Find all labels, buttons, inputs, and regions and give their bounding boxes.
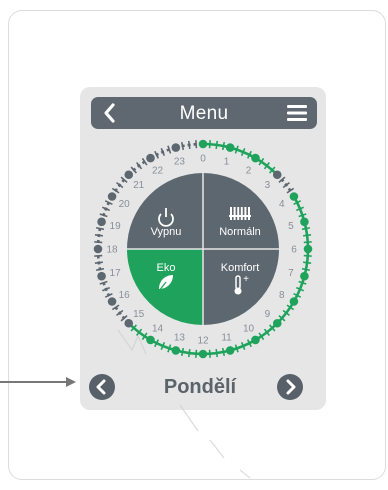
- hour-dot: [289, 297, 299, 306]
- day-label: Pondělí: [163, 376, 237, 398]
- hour-dot: [198, 349, 208, 359]
- mode-normal-label: Normáln: [219, 226, 261, 238]
- ring-tick: [180, 141, 185, 151]
- hour-dot: [272, 170, 282, 180]
- pointer-arrow-line: [0, 381, 68, 383]
- hour-label: 3: [265, 180, 271, 191]
- ring-tick: [180, 347, 185, 357]
- ring-tick: [301, 226, 311, 231]
- schedule-dial: 0 1234567891011121314151617181920212223Vy…: [93, 139, 313, 359]
- hour-dot: [146, 153, 155, 163]
- hour-label: 7: [288, 268, 294, 279]
- radiator-icon: [248, 207, 250, 220]
- hour-dot: [300, 217, 309, 227]
- thermometer-plus-icon: [234, 287, 242, 295]
- ring-tick: [94, 233, 103, 237]
- radiator-icon: [240, 207, 243, 220]
- hour-label: 11: [221, 332, 232, 343]
- hour-dot: [251, 335, 260, 345]
- hour-label: 10: [243, 323, 255, 334]
- hour-label: 4: [279, 199, 285, 210]
- hour-label: 12: [197, 336, 209, 347]
- hour-label: 21: [133, 180, 145, 191]
- hour-dot: [171, 346, 181, 355]
- hour-dot: [289, 192, 299, 201]
- hour-dot: [107, 192, 117, 201]
- ring-tick: [187, 140, 191, 149]
- hour-dot: [124, 170, 134, 180]
- radiator-icon: [233, 207, 236, 220]
- ring-tick: [208, 349, 211, 358]
- hour-dot: [97, 271, 106, 281]
- hour-label: 13: [174, 332, 186, 343]
- ring-tick: [221, 141, 226, 151]
- pointer-arrow-head: [66, 377, 76, 387]
- hour-dot: [225, 143, 235, 152]
- hour-label: 17: [110, 268, 122, 279]
- menu-button[interactable]: [285, 102, 309, 124]
- hour-dot: [198, 139, 208, 149]
- ring-tick: [94, 261, 103, 265]
- header-bar: Menu: [91, 97, 317, 129]
- ring-tick: [94, 241, 103, 244]
- hour-dot: [300, 271, 309, 281]
- ring-tick: [221, 347, 226, 357]
- hour-label: 19: [110, 221, 122, 232]
- ring-tick: [303, 254, 312, 257]
- chevron-left-circle-icon: [96, 379, 106, 395]
- ring-tick: [195, 140, 198, 149]
- hour-label: 15: [133, 309, 145, 320]
- hour-dot: [146, 335, 155, 345]
- ring-tick: [303, 261, 312, 265]
- mode-comfort-label: Komfort: [221, 262, 260, 274]
- ring-tick: [301, 267, 311, 272]
- hour-dot: [272, 318, 282, 328]
- ring-tick: [94, 254, 103, 257]
- hour-label: 0: [200, 154, 206, 165]
- hour-label: 5: [288, 221, 294, 232]
- radiator-icon: [244, 207, 247, 220]
- ring-tick: [195, 349, 198, 358]
- hour-label: 9: [265, 309, 271, 320]
- ring-tick: [187, 349, 191, 358]
- mode-off-label: Vypnu: [151, 226, 182, 238]
- previous-day-button[interactable]: [89, 374, 115, 400]
- header-title: Menu: [179, 103, 229, 124]
- thermometer-plus-icon: +: [243, 274, 249, 285]
- ring-tick: [208, 140, 211, 149]
- hour-dot: [97, 217, 106, 227]
- mode-eco-label: Eko: [157, 262, 176, 274]
- hour-dot: [107, 297, 117, 306]
- hour-label: 2: [246, 166, 252, 177]
- hour-dot: [93, 244, 103, 254]
- hour-dot: [171, 143, 181, 152]
- hour-label: 8: [279, 290, 285, 301]
- hour-label: 1: [224, 157, 230, 168]
- hour-dot: [251, 153, 260, 163]
- hour-label: 23: [174, 157, 186, 168]
- hamburger-icon: [287, 105, 307, 121]
- hour-dot: [303, 244, 313, 254]
- radiator-icon: [230, 207, 232, 220]
- ring-tick: [303, 241, 312, 244]
- hour-label: 16: [119, 290, 131, 301]
- ring-tick: [215, 140, 219, 149]
- ring-tick: [215, 349, 219, 358]
- hour-label: 18: [106, 245, 118, 256]
- hour-label: 20: [119, 199, 131, 210]
- ring-tick: [95, 267, 105, 272]
- hour-label: 6: [291, 245, 297, 256]
- ring-tick: [303, 233, 312, 237]
- chevron-right-circle-icon: [286, 379, 296, 395]
- radiator-icon: [229, 215, 251, 217]
- ring-tick: [95, 226, 105, 231]
- radiator-icon: [237, 207, 240, 220]
- next-day-button[interactable]: [277, 374, 303, 400]
- hour-dot: [124, 318, 134, 328]
- hour-dot: [225, 346, 235, 355]
- hour-label: 22: [152, 166, 164, 177]
- hour-label: 14: [152, 323, 164, 334]
